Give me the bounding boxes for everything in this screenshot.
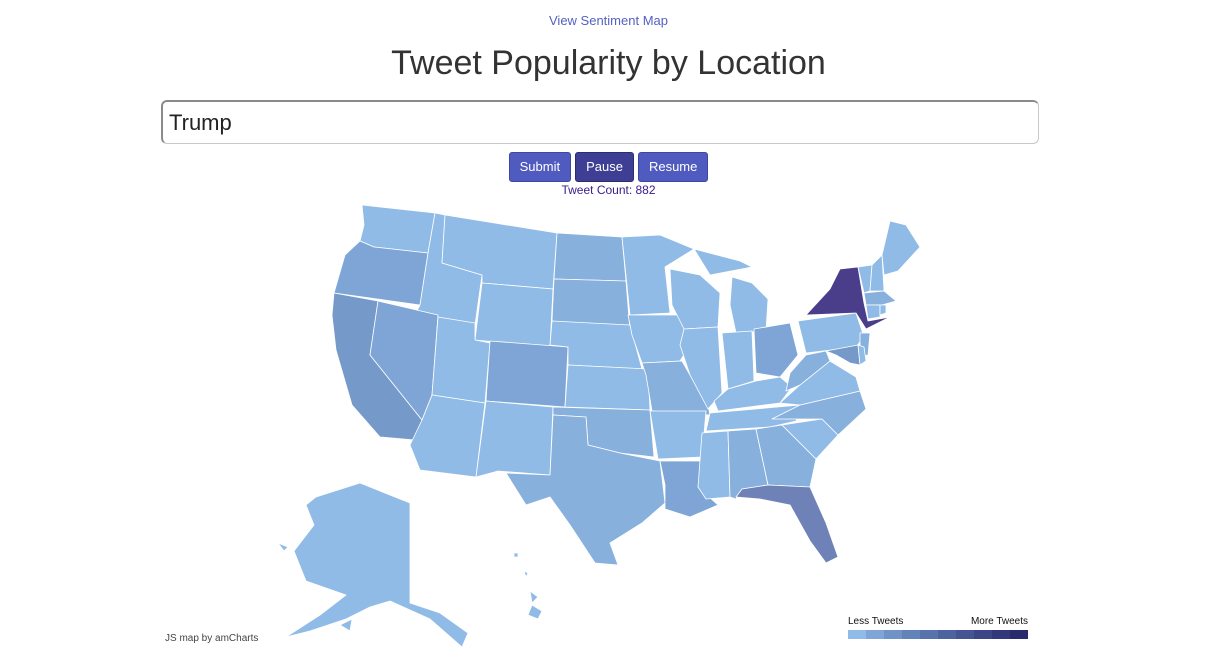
legend-swatch xyxy=(956,630,974,639)
state-rhode-island[interactable] xyxy=(879,304,887,316)
map-legend: Less Tweets More Tweets xyxy=(848,616,1028,639)
state-hawaii[interactable] xyxy=(513,552,543,620)
state-alaska[interactable] xyxy=(285,482,469,648)
pause-button[interactable]: Pause xyxy=(575,152,634,182)
state-arkansas[interactable] xyxy=(649,410,707,460)
state-mississippi[interactable] xyxy=(697,430,731,500)
control-buttons: Submit Pause Resume xyxy=(0,152,1217,182)
legend-more-label: More Tweets xyxy=(970,616,1028,627)
state-massachusetts[interactable] xyxy=(863,290,897,306)
state-maine[interactable] xyxy=(881,220,921,276)
legend-swatch xyxy=(974,630,992,639)
legend-swatch xyxy=(1010,630,1028,639)
map-credit: JS map by amCharts xyxy=(165,633,259,644)
legend-swatch xyxy=(902,630,920,639)
state-connecticut[interactable] xyxy=(865,304,881,320)
us-map-svg xyxy=(277,205,921,648)
state-florida[interactable] xyxy=(735,484,839,564)
search-container xyxy=(161,100,1039,144)
submit-button[interactable]: Submit xyxy=(508,152,572,182)
legend-swatch xyxy=(848,630,866,639)
legend-swatch xyxy=(938,630,956,639)
state-ohio[interactable] xyxy=(753,322,799,378)
view-sentiment-map-link[interactable]: View Sentiment Map xyxy=(0,13,1217,28)
state-kansas[interactable] xyxy=(564,364,651,411)
legend-color-scale xyxy=(848,630,1028,639)
legend-less-label: Less Tweets xyxy=(848,616,904,627)
legend-swatch xyxy=(992,630,1010,639)
state-new-hampshire[interactable] xyxy=(869,254,885,292)
state-colorado[interactable] xyxy=(485,340,569,408)
search-input[interactable] xyxy=(161,100,1039,144)
tweet-count: Tweet Count: 882 xyxy=(561,183,656,197)
state-kentucky[interactable] xyxy=(713,376,793,412)
page-title: Tweet Popularity by Location xyxy=(391,44,826,82)
state-wyoming[interactable] xyxy=(474,282,554,348)
resume-button[interactable]: Resume xyxy=(637,152,709,182)
us-map xyxy=(270,205,930,650)
state-north-dakota[interactable] xyxy=(553,232,627,282)
legend-swatch xyxy=(866,630,884,639)
legend-swatch xyxy=(920,630,938,639)
state-indiana[interactable] xyxy=(721,330,755,390)
state-new-mexico[interactable] xyxy=(475,400,554,478)
legend-swatch xyxy=(884,630,902,639)
